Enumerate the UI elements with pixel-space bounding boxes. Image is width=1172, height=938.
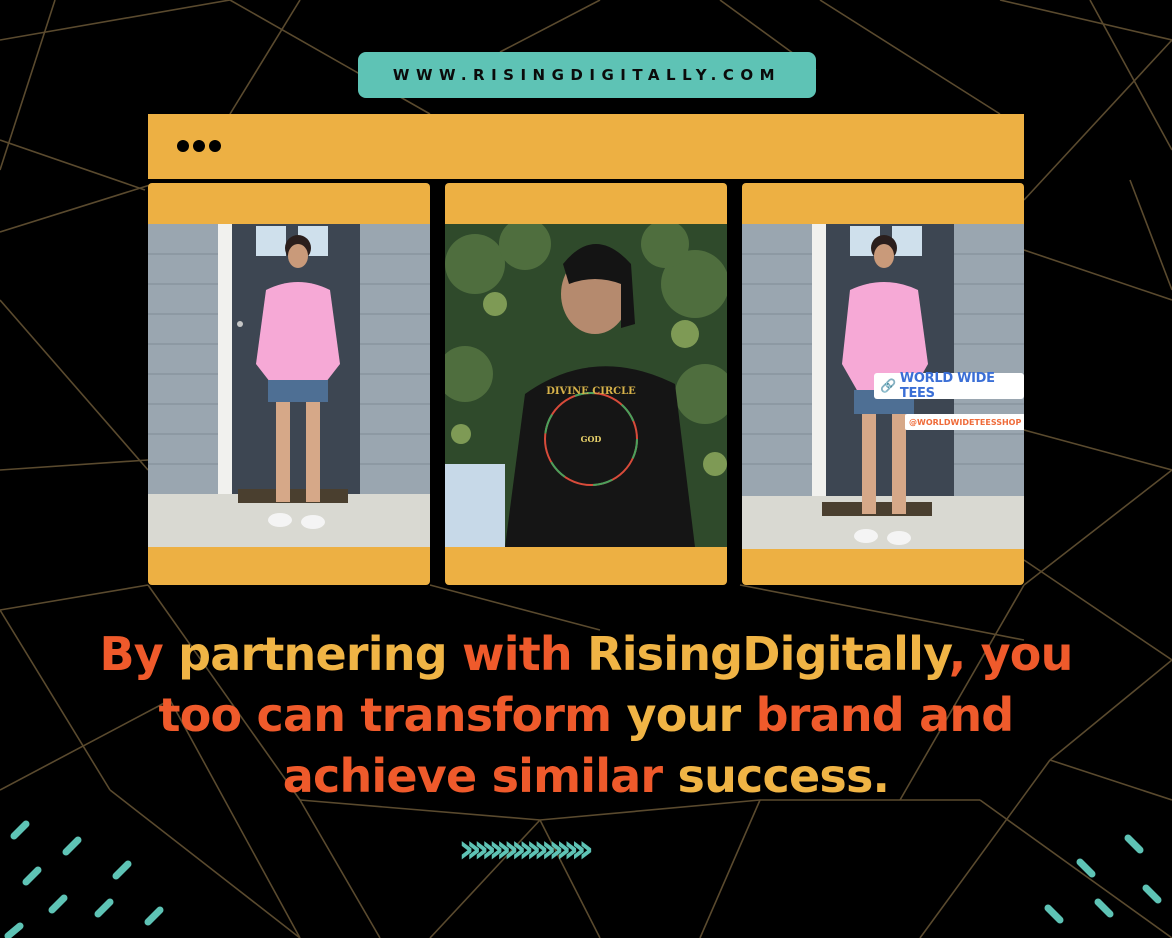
dot (209, 140, 221, 152)
teal-dashes-right-decoration (1044, 834, 1162, 924)
headline-part: success. (677, 749, 891, 803)
browser-title-bar (148, 114, 1024, 179)
dot (193, 140, 205, 152)
hoodie-center-text: GOD (581, 434, 602, 444)
headline-part: your (626, 688, 756, 742)
chevron-arrows-icon: ››››››››››››››››› (458, 826, 594, 872)
headline-part: RisingDigitally (587, 627, 949, 681)
headline-part: with (462, 627, 588, 681)
headline-part: , you (948, 627, 1074, 681)
teal-dashes-left-decoration (4, 820, 164, 938)
headline-part: partnering (178, 627, 463, 681)
photo-card-1[interactable] (148, 183, 430, 585)
shop-handle-label: @WORLDWIDETEESSHOP (909, 417, 1022, 427)
headline-part: By (99, 627, 179, 681)
website-url-badge: WWW.RISINGDIGITALLY.COM (358, 52, 816, 98)
shop-link-sticker[interactable]: 🔗 WORLD WIDE TEES (874, 371, 1024, 401)
three-dots-icon[interactable] (177, 140, 221, 152)
photo-woman-black-hoodie: DIVINE CIRCLE GOD (445, 224, 727, 547)
photo-woman-pink-hoodie-2: 🔗 WORLD WIDE TEES @WORLDWIDETEESSHOP (742, 224, 1024, 549)
photo-card-3[interactable]: 🔗 WORLD WIDE TEES @WORLDWIDETEESSHOP (742, 183, 1024, 585)
headline-part: achieve similar (282, 749, 678, 803)
dot (177, 140, 189, 152)
headline-part: brand and (755, 688, 1015, 742)
shop-tag-label: WORLD WIDE TEES (899, 371, 995, 401)
shop-handle-sticker[interactable]: @WORLDWIDETEESSHOP (905, 414, 1024, 430)
headline: By partnering with RisingDigitally, you … (60, 624, 1112, 807)
headline-part: too can transform (158, 688, 627, 742)
photo-card-2[interactable]: DIVINE CIRCLE GOD (445, 183, 727, 585)
photo-woman-pink-hoodie-1 (148, 224, 430, 547)
website-url: WWW.RISINGDIGITALLY.COM (392, 66, 782, 84)
link-icon: 🔗 (880, 378, 896, 394)
hoodie-print-text: DIVINE CIRCLE (546, 386, 636, 397)
